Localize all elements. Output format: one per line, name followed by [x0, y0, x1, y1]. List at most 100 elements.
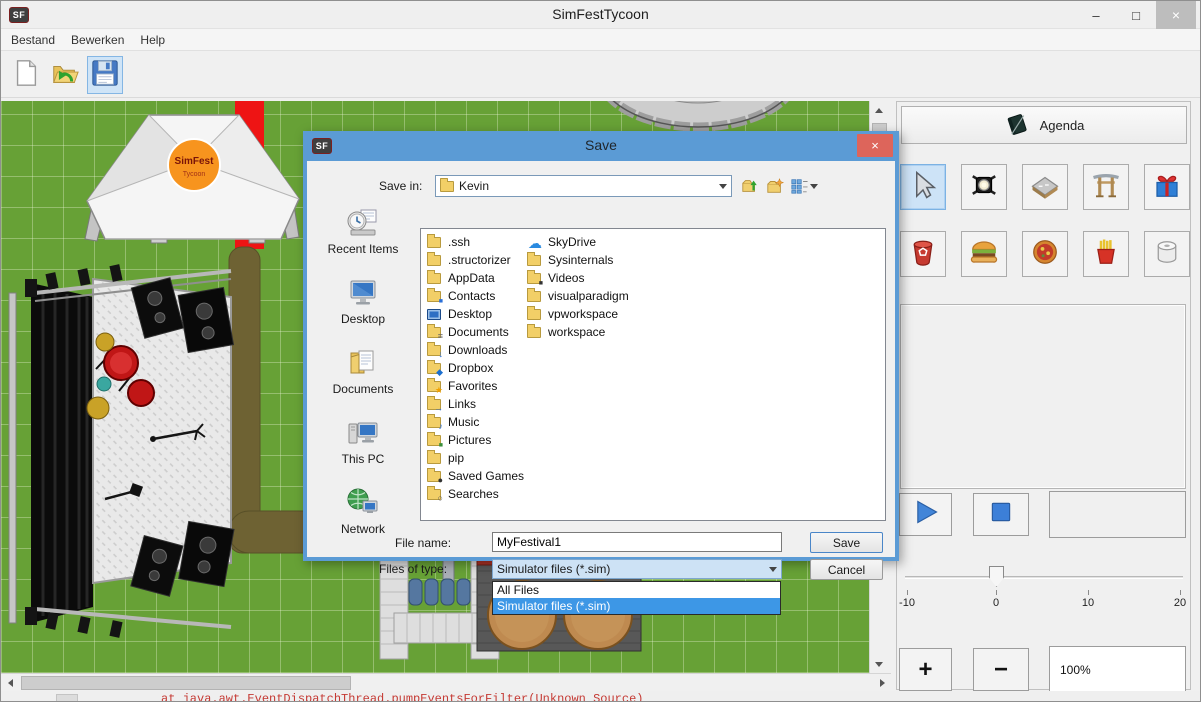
- menu-bewerken[interactable]: Bewerken: [71, 33, 124, 47]
- minus-icon: −: [994, 658, 1008, 682]
- open-file-button[interactable]: [47, 56, 83, 94]
- file-item[interactable]: vpworkspace: [527, 305, 627, 323]
- file-item[interactable]: Music: [427, 413, 527, 431]
- file-item-label: .ssh: [448, 235, 470, 249]
- scroll-left-button[interactable]: [1, 674, 19, 692]
- view-menu-button[interactable]: [789, 176, 819, 196]
- folder-icon: [427, 453, 441, 464]
- filetype-option[interactable]: All Files: [493, 582, 780, 598]
- file-item[interactable]: .ssh: [427, 233, 527, 251]
- file-item[interactable]: Downloads: [427, 341, 527, 359]
- tool-spotlight-button[interactable]: [961, 164, 1007, 210]
- folder-icon: [440, 181, 454, 192]
- file-item[interactable]: AppData: [427, 269, 527, 287]
- file-item[interactable]: Videos: [527, 269, 627, 287]
- chevron-down-icon: [769, 567, 777, 572]
- scroll-down-button[interactable]: [870, 655, 888, 673]
- file-item[interactable]: Pictures: [427, 431, 527, 449]
- file-item[interactable]: SkyDrive: [527, 233, 627, 251]
- tool-trash-button[interactable]: [900, 231, 946, 277]
- zoom-in-button[interactable]: +: [899, 648, 952, 691]
- close-button[interactable]: ×: [1156, 1, 1196, 29]
- right-arrow-icon: [880, 679, 885, 687]
- filetype-option[interactable]: Simulator files (*.sim): [493, 598, 780, 614]
- stop-button[interactable]: [973, 493, 1029, 536]
- file-item[interactable]: Documents: [427, 323, 527, 341]
- sidebar-documents[interactable]: Documents: [317, 347, 409, 396]
- file-item[interactable]: Saved Games: [427, 467, 527, 485]
- file-name-input[interactable]: [492, 532, 782, 552]
- info-panel: [900, 304, 1186, 489]
- saved-games-icon: [427, 471, 441, 482]
- chevron-down-icon: [719, 184, 727, 189]
- file-item[interactable]: Favorites: [427, 377, 527, 395]
- file-item[interactable]: Sysinternals: [527, 251, 627, 269]
- cancel-button[interactable]: Cancel: [810, 559, 883, 580]
- new-file-button[interactable]: [8, 56, 44, 94]
- zoom-level-field[interactable]: 100%: [1049, 646, 1186, 693]
- sidebar-this-pc[interactable]: This PC: [317, 417, 409, 466]
- file-item-label: Pictures: [448, 433, 491, 447]
- favorites-icon: [427, 381, 441, 392]
- menu-help[interactable]: Help: [140, 33, 165, 47]
- tool-fries-button[interactable]: [1083, 231, 1129, 277]
- file-item[interactable]: Contacts: [427, 287, 527, 305]
- dialog-titlebar[interactable]: SF Save ×: [303, 131, 899, 161]
- menubar: Bestand Bewerken Help: [1, 29, 1200, 51]
- save-in-combo[interactable]: Kevin: [435, 175, 732, 197]
- file-item[interactable]: Links: [427, 395, 527, 413]
- filetype-dropdown: All FilesSimulator files (*.sim): [492, 581, 781, 615]
- tool-road-button[interactable]: [1022, 164, 1068, 210]
- main-toolbar: [1, 51, 1200, 98]
- horizontal-scroll-thumb[interactable]: [21, 676, 351, 690]
- agenda-button[interactable]: Agenda: [901, 106, 1187, 144]
- svg-text:SimFest: SimFest: [175, 156, 215, 167]
- file-item[interactable]: .structorizer: [427, 251, 527, 269]
- horizontal-scrollbar[interactable]: [1, 673, 891, 691]
- menu-bestand[interactable]: Bestand: [11, 33, 55, 47]
- file-item-label: Music: [448, 415, 479, 429]
- minimize-button[interactable]: –: [1076, 1, 1116, 29]
- tool-gift-button[interactable]: [1144, 164, 1190, 210]
- tool-burger-button[interactable]: [961, 231, 1007, 277]
- files-of-type-combo[interactable]: Simulator files (*.sim): [492, 559, 782, 579]
- slider-label: 20: [1174, 597, 1186, 609]
- tool-toilet-paper-button[interactable]: [1144, 231, 1190, 277]
- file-item[interactable]: Dropbox: [427, 359, 527, 377]
- status-box: [1049, 491, 1186, 538]
- scroll-up-button[interactable]: [870, 101, 888, 119]
- slider-tick: [1088, 590, 1089, 595]
- file-item[interactable]: Desktop: [427, 305, 527, 323]
- scroll-right-button[interactable]: [873, 674, 891, 692]
- tool-pizza-button[interactable]: [1022, 231, 1068, 277]
- tool-cursor-button[interactable]: [900, 164, 946, 210]
- dialog-close-button[interactable]: ×: [857, 134, 893, 157]
- file-item[interactable]: pip: [427, 449, 527, 467]
- file-item[interactable]: workspace: [527, 323, 627, 341]
- file-item[interactable]: Searches: [427, 485, 527, 503]
- sidebar-recent-items[interactable]: Recent Items: [317, 207, 409, 256]
- file-list[interactable]: .ssh.structorizerAppDataContactsDesktopD…: [420, 228, 886, 521]
- trash-icon: [908, 237, 938, 272]
- save-file-button[interactable]: [87, 56, 123, 94]
- new-folder-button[interactable]: [764, 176, 786, 196]
- sidebar-desktop[interactable]: Desktop: [317, 277, 409, 326]
- slider-track[interactable]: [905, 576, 1183, 579]
- file-item[interactable]: visualparadigm: [527, 287, 627, 305]
- plus-icon: +: [918, 658, 932, 682]
- save-floppy-icon: [90, 58, 120, 93]
- console-chip: [56, 694, 78, 702]
- tool-gate-button[interactable]: [1083, 164, 1129, 210]
- gift-icon: [1152, 170, 1182, 205]
- up-one-level-button[interactable]: [739, 176, 761, 196]
- documents-icon: [427, 327, 441, 338]
- maximize-button[interactable]: □: [1116, 1, 1156, 29]
- play-button[interactable]: [899, 493, 952, 536]
- sidebar-network[interactable]: Network: [317, 487, 409, 536]
- file-item-label: AppData: [448, 271, 495, 285]
- save-button[interactable]: Save: [810, 532, 883, 553]
- zoom-out-button[interactable]: −: [973, 648, 1029, 691]
- folder-icon: [427, 273, 441, 284]
- slider-thumb[interactable]: [989, 566, 1004, 587]
- documents-folder-icon: [346, 366, 380, 380]
